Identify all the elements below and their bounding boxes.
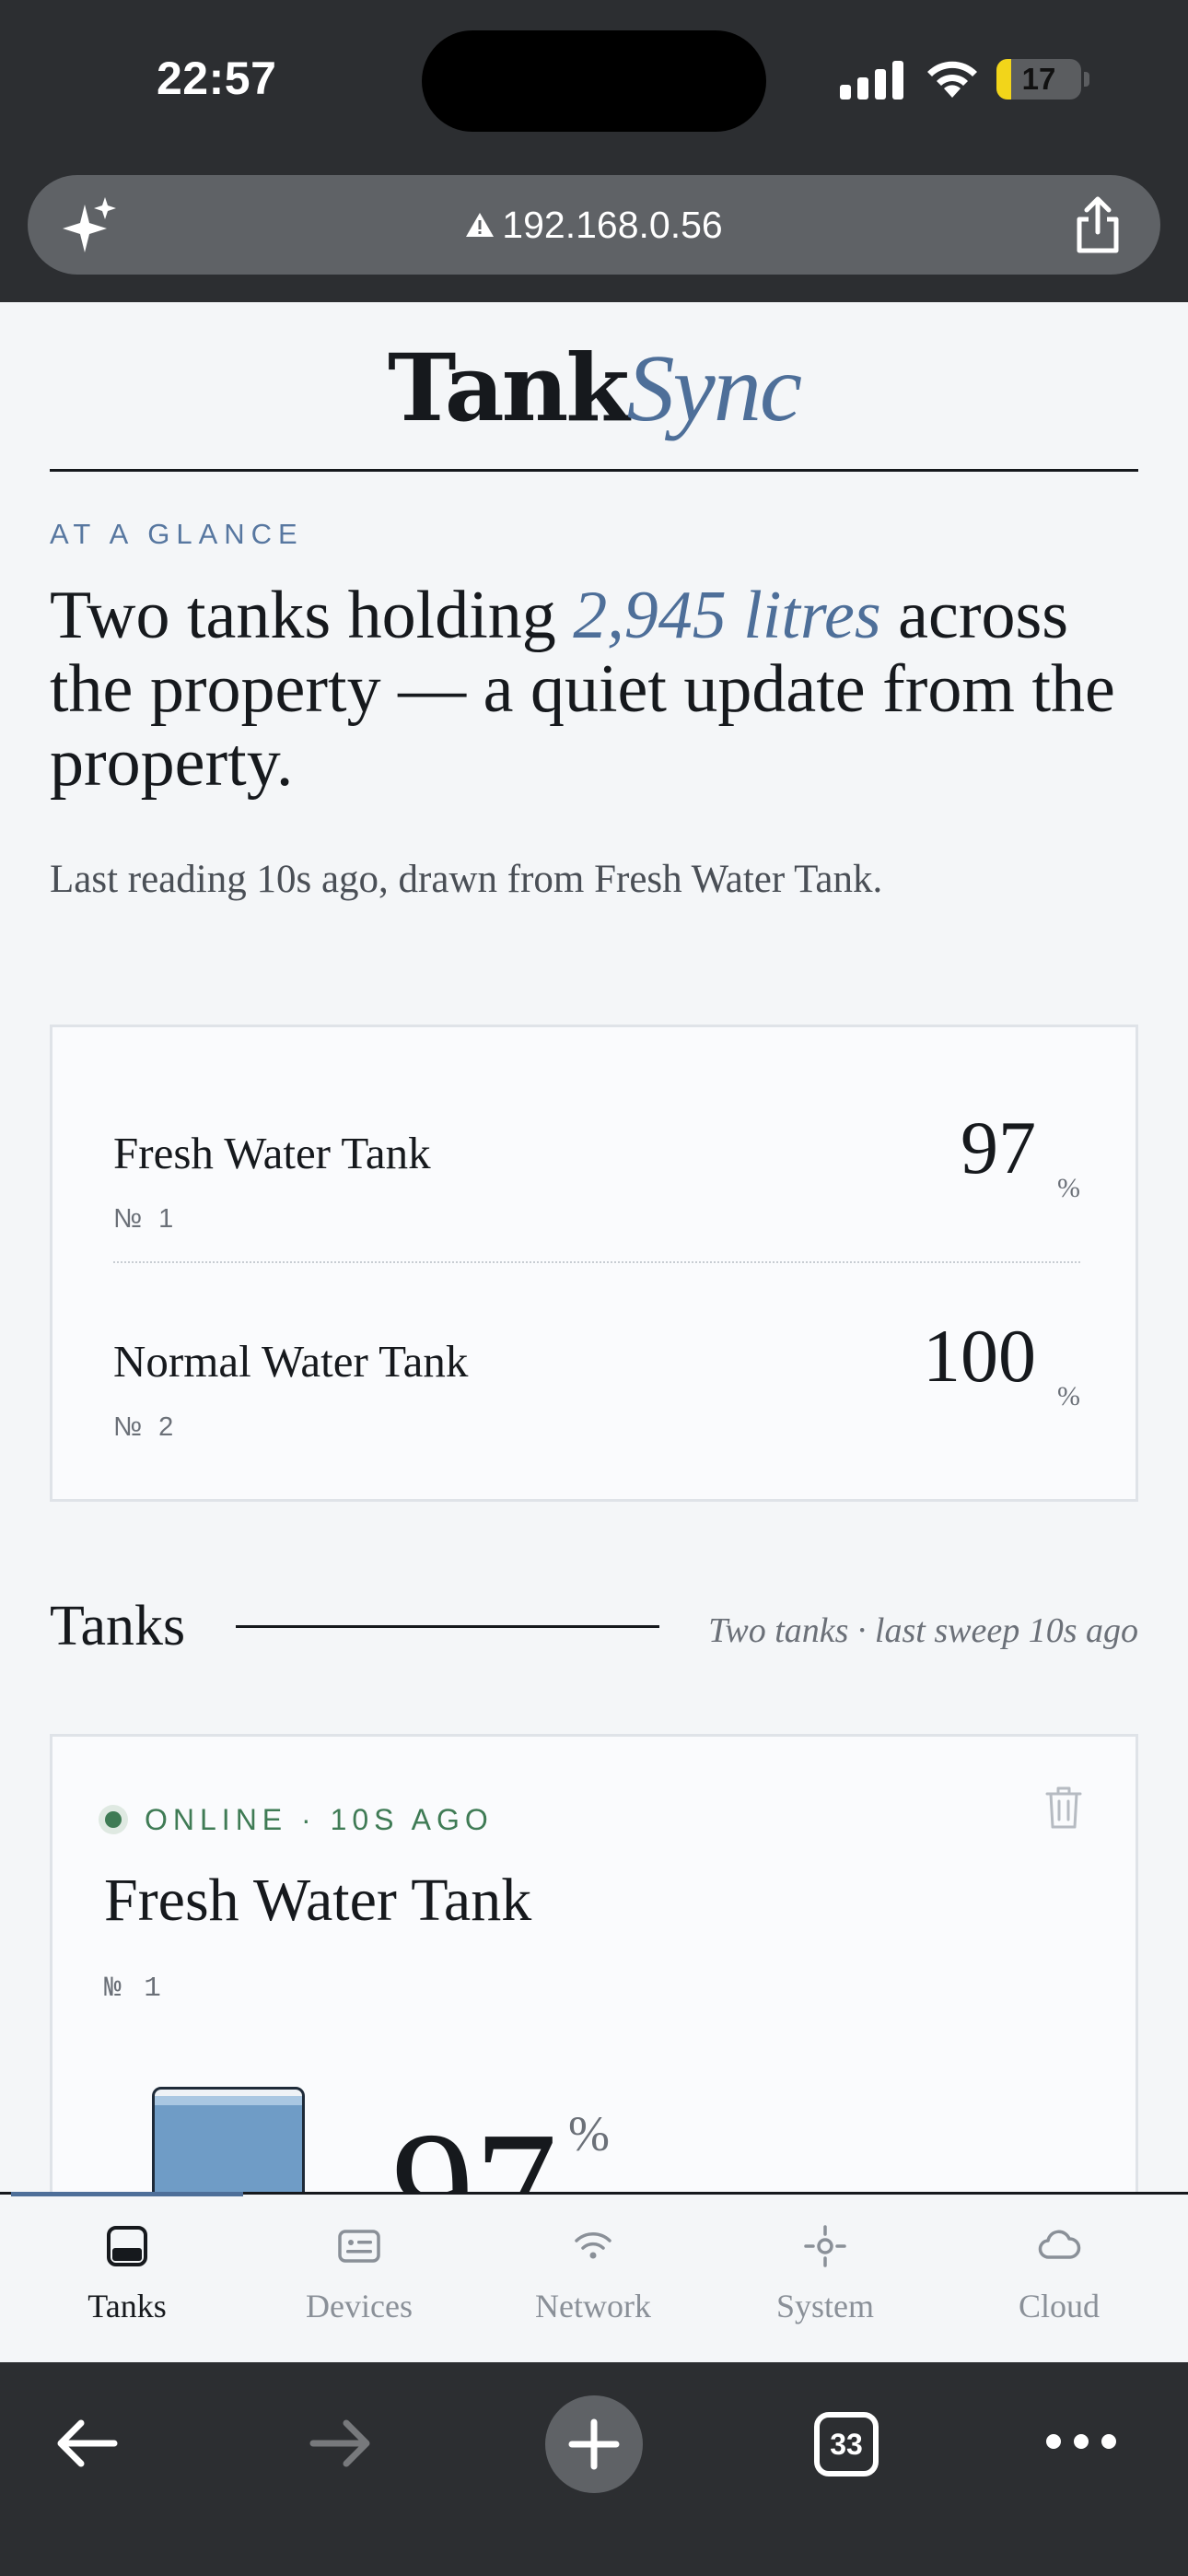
tank-card[interactable]: ONLINE · 10S AGO Fresh Water Tank № 1 97… xyxy=(50,1734,1138,2193)
summary-card: Fresh Water Tank № 1 97 % Normal Water T… xyxy=(50,1025,1138,1502)
battery-nub xyxy=(1084,72,1089,87)
logo-text-tank: Tank xyxy=(388,334,630,442)
tab-label: System xyxy=(775,2288,874,2324)
tank-water-fill xyxy=(155,2096,302,2193)
trash-icon[interactable] xyxy=(1043,1785,1084,1831)
tank-level-value: 97 xyxy=(391,2098,557,2194)
summary-tank-level: 97 xyxy=(961,1106,1036,1189)
tank-level-visual xyxy=(152,2087,305,2193)
tank-icon xyxy=(107,2226,147,2266)
summary-tank-name: Normal Water Tank xyxy=(113,1336,469,1387)
more-icon[interactable] xyxy=(1044,2430,1118,2453)
tab-label: Network xyxy=(535,2288,651,2324)
app-tab-bar: Tanks Devices Network System Cloud xyxy=(0,2192,1188,2362)
plus-icon xyxy=(568,2418,620,2470)
back-arrow-icon[interactable] xyxy=(53,2416,120,2471)
tab-devices[interactable]: Devices xyxy=(243,2195,475,2365)
status-bar: 22:57 17 xyxy=(0,0,1188,170)
logo-text-sync: Sync xyxy=(626,335,802,441)
device-icon xyxy=(338,2230,380,2263)
tab-label: Devices xyxy=(306,2288,413,2324)
page-content: TankSync AT A GLANCE Two tanks holding 2… xyxy=(0,302,1188,2193)
browser-toolbar: 33 xyxy=(0,2362,1188,2576)
summary-tank-number: № 2 xyxy=(113,1412,179,1442)
tank-name: Fresh Water Tank xyxy=(104,1867,532,1934)
app-logo[interactable]: TankSync xyxy=(0,341,1188,437)
cellular-signal-icon xyxy=(840,61,903,100)
tab-network[interactable]: Network xyxy=(477,2195,709,2365)
summary-tank-unit: % xyxy=(1057,1173,1080,1203)
tank-number: № 1 xyxy=(104,1973,164,2005)
tank-level-unit: % xyxy=(568,2106,610,2161)
summary-divider xyxy=(113,1261,1080,1263)
address-bar[interactable]: 192.168.0.56 xyxy=(28,175,1160,275)
warning-icon xyxy=(466,213,495,237)
tanks-section-rule xyxy=(236,1625,659,1628)
masthead: TankSync xyxy=(0,302,1188,468)
tab-cloud[interactable]: Cloud xyxy=(943,2195,1175,2365)
tab-label: Tanks xyxy=(87,2288,167,2324)
cloud-icon xyxy=(1038,2230,1081,2259)
wifi-icon xyxy=(927,61,977,98)
headline-total-volume: 2,945 litres xyxy=(573,578,881,653)
new-tab-button[interactable] xyxy=(545,2395,643,2493)
glance-eyebrow: AT A GLANCE xyxy=(50,518,304,550)
summary-row[interactable]: Fresh Water Tank № 1 97 % xyxy=(113,1095,1080,1234)
url-display[interactable]: 192.168.0.56 xyxy=(28,175,1160,275)
tabs-button[interactable]: 33 xyxy=(814,2412,879,2476)
tanks-section-title: Tanks xyxy=(50,1595,186,1657)
battery-indicator: 17 xyxy=(996,59,1081,100)
wifi-icon xyxy=(575,2232,611,2259)
browser-chrome-gap xyxy=(0,275,1188,302)
headline-pre: Two tanks holding xyxy=(50,578,574,653)
summary-row[interactable]: Normal Water Tank № 2 100 % xyxy=(113,1304,1080,1442)
tanks-section-meta: Two tanks · last sweep 10s ago xyxy=(708,1611,1138,1650)
battery-level-text: 17 xyxy=(1021,62,1056,96)
tab-label: Cloud xyxy=(1018,2288,1100,2324)
summary-tank-level: 100 xyxy=(923,1314,1036,1398)
summary-tank-unit: % xyxy=(1057,1381,1080,1411)
system-icon xyxy=(804,2225,846,2267)
share-icon[interactable] xyxy=(1072,195,1124,254)
glance-headline: Two tanks holding 2,945 litres across th… xyxy=(50,579,1136,800)
tank-status: ONLINE · 10S AGO xyxy=(145,1803,494,1836)
tab-tanks[interactable]: Tanks xyxy=(11,2195,243,2365)
url-text: 192.168.0.56 xyxy=(502,203,723,246)
summary-tank-number: № 1 xyxy=(113,1204,179,1234)
tab-system[interactable]: System xyxy=(709,2195,941,2365)
glance-subline: Last reading 10s ago, drawn from Fresh W… xyxy=(50,858,883,901)
forward-arrow-icon[interactable] xyxy=(308,2416,374,2471)
dynamic-island xyxy=(422,30,766,132)
online-status-dot xyxy=(99,1805,128,1834)
summary-tank-name: Fresh Water Tank xyxy=(113,1128,431,1178)
masthead-rule xyxy=(50,469,1138,472)
status-time: 22:57 xyxy=(157,53,277,104)
